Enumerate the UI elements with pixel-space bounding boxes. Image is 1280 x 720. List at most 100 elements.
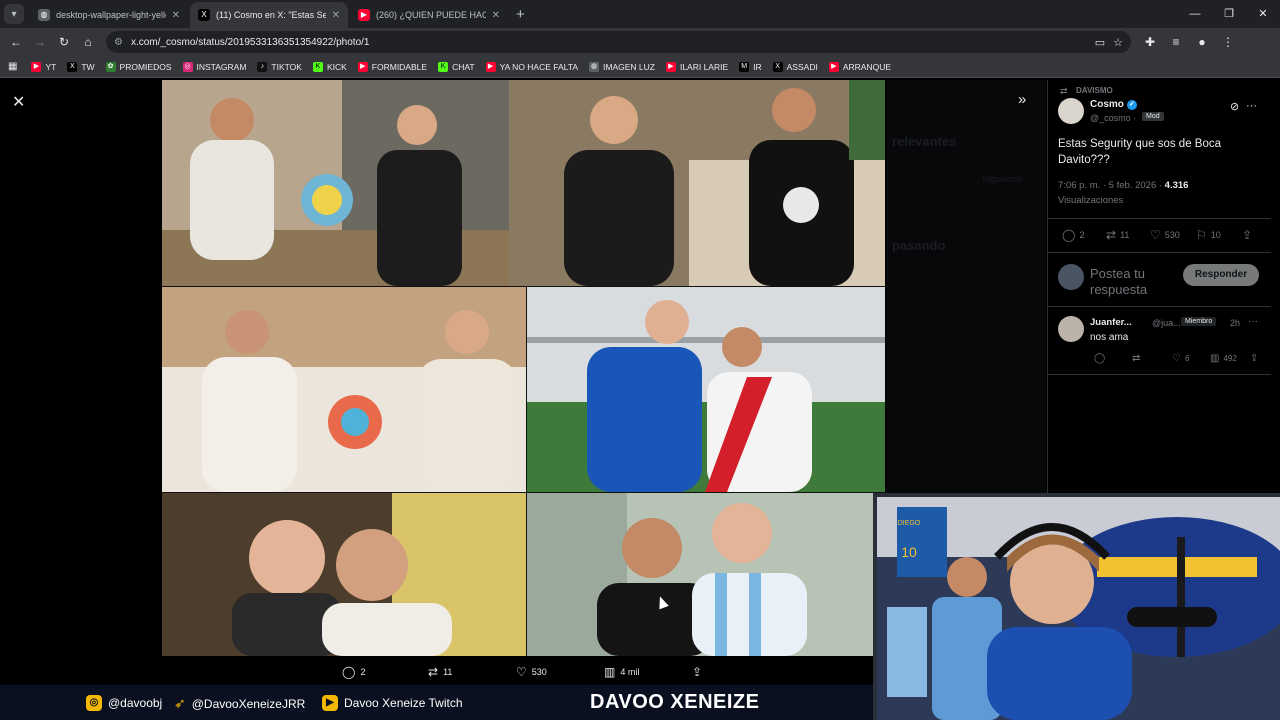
commenter-avatar[interactable] — [1058, 316, 1084, 342]
author-avatar[interactable] — [1058, 98, 1084, 124]
author-handle[interactable]: @_cosmo · — [1090, 113, 1136, 123]
media-control-icon[interactable]: ≡ — [1163, 35, 1189, 49]
comment-views-button[interactable]: ▥ 492 — [1210, 353, 1237, 364]
share-icon: ⇪ — [692, 665, 703, 679]
cast-icon[interactable]: ▭ — [1095, 36, 1105, 49]
collage-photo-5 — [162, 493, 526, 656]
streamer-webcam: 10 DIEGO — [873, 493, 1280, 720]
bookmark-item[interactable]: ▶ FORMIDABLE — [357, 61, 428, 72]
close-tab-icon[interactable]: ✕ — [332, 10, 340, 21]
bookmark-item[interactable]: X TW — [67, 61, 95, 72]
comment-more-icon[interactable]: ··· — [1248, 316, 1258, 327]
repost-icon: ⇄ — [1106, 228, 1117, 242]
divider — [1048, 252, 1271, 253]
media-reply-button[interactable]: ◯ 2 — [342, 665, 365, 679]
reposted-by: DAVISMO — [1076, 86, 1113, 95]
kick-icon: K — [438, 61, 449, 72]
author-handle-text: @_cosmo — [1090, 113, 1131, 123]
bookmark-item[interactable]: ♪ TIKTOK — [257, 61, 302, 72]
bookmark-star-icon[interactable]: ☆ — [1113, 36, 1123, 49]
reply-submit-button[interactable]: Responder — [1183, 264, 1259, 286]
reload-icon[interactable]: ↻ — [52, 35, 76, 49]
repost-count: 11 — [1120, 230, 1130, 240]
comment-reply-button[interactable]: ◯ — [1094, 353, 1105, 364]
youtube-icon: ▶ — [31, 61, 42, 72]
close-tab-icon[interactable]: ✕ — [492, 10, 500, 21]
restore-icon[interactable]: ❐ — [1212, 0, 1246, 28]
forward-icon[interactable]: → — [28, 35, 52, 49]
media-views-button[interactable]: ▥ 4 mil — [604, 665, 639, 679]
grok-icon[interactable]: ⊘ — [1230, 100, 1239, 113]
comment-like-button[interactable]: ♡ 6 — [1172, 353, 1189, 364]
share-icon: ⇪ — [1242, 228, 1253, 242]
browser-tab[interactable]: X (11) Cosmo en X: "Estas Segurit ✕ — [190, 2, 348, 28]
ghost-follow-label: Siguiendo — [982, 174, 1023, 184]
address-bar[interactable]: ⚙ x.com/_cosmo/status/201953313635135492… — [106, 31, 1131, 53]
apps-grid-icon[interactable]: ▦ — [8, 61, 17, 72]
bookmark-item[interactable]: M IR — [739, 61, 762, 72]
close-window-icon[interactable]: ✕ — [1246, 0, 1280, 28]
tab-search-button[interactable]: ▾ — [4, 4, 24, 24]
minimize-icon[interactable]: — — [1178, 0, 1212, 28]
profile-avatar-icon[interactable]: ● — [1189, 35, 1215, 49]
comment-share-button[interactable]: ⇪ — [1250, 353, 1258, 364]
bookmark-item[interactable]: ◎ INSTAGRAM — [182, 61, 246, 72]
tweet-side-panel: ⇄ DAVISMO Cosmo ✓ @_cosmo · Mod ⊘ ··· Est… — [1047, 80, 1271, 493]
repost-button[interactable]: ⇄ 11 — [1106, 228, 1129, 242]
back-icon[interactable]: ← — [4, 35, 28, 49]
tweet-photo-collage[interactable] — [162, 80, 885, 656]
home-icon[interactable]: ⌂ — [76, 35, 100, 49]
like-button[interactable]: ♡ 530 — [1150, 228, 1180, 242]
bookmark-item[interactable]: X ASSADI — [772, 61, 818, 72]
bookmark-item[interactable]: ▶ ARRANQUE — [828, 61, 891, 72]
share-icon: ⇪ — [1250, 353, 1259, 364]
bookmark-label: YT — [45, 61, 57, 72]
comment-repost-button[interactable]: ⇄ — [1132, 353, 1140, 364]
reply-input[interactable]: Postea tu respuesta — [1090, 266, 1180, 298]
x-logo-icon: X — [772, 61, 783, 72]
bookmark-label: PROMIEDOS — [119, 61, 172, 72]
bookmark-item[interactable]: ▶ YT — [31, 61, 57, 72]
close-tab-icon[interactable]: ✕ — [172, 10, 180, 21]
tweet-text: Estas Segurity que sos de Boca Davito??? — [1058, 138, 1222, 166]
collapse-panel-icon[interactable]: » — [1018, 91, 1026, 108]
window-controls: — ❐ ✕ — [1178, 0, 1280, 28]
site-info-icon[interactable]: ⚙ — [114, 37, 123, 48]
menu-icon[interactable]: ⋮ — [1215, 35, 1241, 49]
bookmark-button[interactable]: ⚐ 10 — [1196, 228, 1221, 242]
reply-button[interactable]: ◯ 2 — [1062, 228, 1084, 242]
more-options-icon[interactable]: ··· — [1246, 100, 1257, 112]
browser-toolbar: ← → ↻ ⌂ ⚙ x.com/_cosmo/status/2019533136… — [0, 28, 1280, 56]
close-icon[interactable]: ✕ — [12, 92, 25, 112]
media-share-button[interactable]: ⇪ — [692, 665, 702, 679]
author-name[interactable]: Cosmo ✓ — [1090, 99, 1137, 110]
bookmark-item[interactable]: ✿ PROMIEDOS — [105, 61, 172, 72]
media-repost-button[interactable]: ⇄ 11 — [428, 665, 452, 679]
bookmark-item[interactable]: ▶ ILARI LARIE — [665, 61, 728, 72]
collage-photo-1 — [162, 80, 509, 286]
share-button[interactable]: ⇪ — [1242, 228, 1252, 242]
bookmarks-bar: ▦ ▶ YT X TW ✿ PROMIEDOS ◎ INSTAGRAM ♪ TIKTOK K KICK… — [0, 56, 1280, 78]
bookmark-item[interactable]: K KICK — [312, 61, 347, 72]
background-feed-ghost: relevantes pasando Siguiendo — [886, 80, 1046, 493]
extensions-icon[interactable]: ✚ — [1137, 35, 1163, 49]
mod-badge: Mod — [1142, 112, 1164, 121]
collage-photo-4 — [527, 287, 885, 492]
bookmark-item[interactable]: ◍ IMAGEN LUZ — [589, 61, 655, 72]
repost-icon: ⇄ — [1132, 353, 1141, 364]
commenter-name[interactable]: Juanfer... — [1090, 317, 1132, 328]
bookmark-label: FORMIDABLE — [371, 61, 428, 72]
tab-title: (11) Cosmo en X: "Estas Segurit — [216, 10, 326, 20]
new-tab-button[interactable]: + — [516, 6, 525, 23]
browser-tab[interactable]: ▶ (260) ¿QUIEN PUEDE HACER EL ✕ — [350, 2, 508, 28]
bookmark-item[interactable]: K CHAT — [438, 61, 475, 72]
browser-tab[interactable]: ◍ desktop-wallpaper-light-yellow ✕ — [30, 2, 188, 28]
divider — [1048, 218, 1271, 219]
collage-photo-3 — [162, 287, 526, 492]
bookmark-item[interactable]: ▶ YA NO HACE FALTA — [485, 61, 578, 72]
youtube-icon: ▶ — [358, 9, 370, 21]
bookmark-label: TIKTOK — [271, 61, 302, 72]
bookmark-label: TW — [81, 61, 95, 72]
commenter-handle[interactable]: @jua... — [1152, 318, 1181, 328]
media-like-button[interactable]: ♡ 530 — [516, 665, 547, 679]
